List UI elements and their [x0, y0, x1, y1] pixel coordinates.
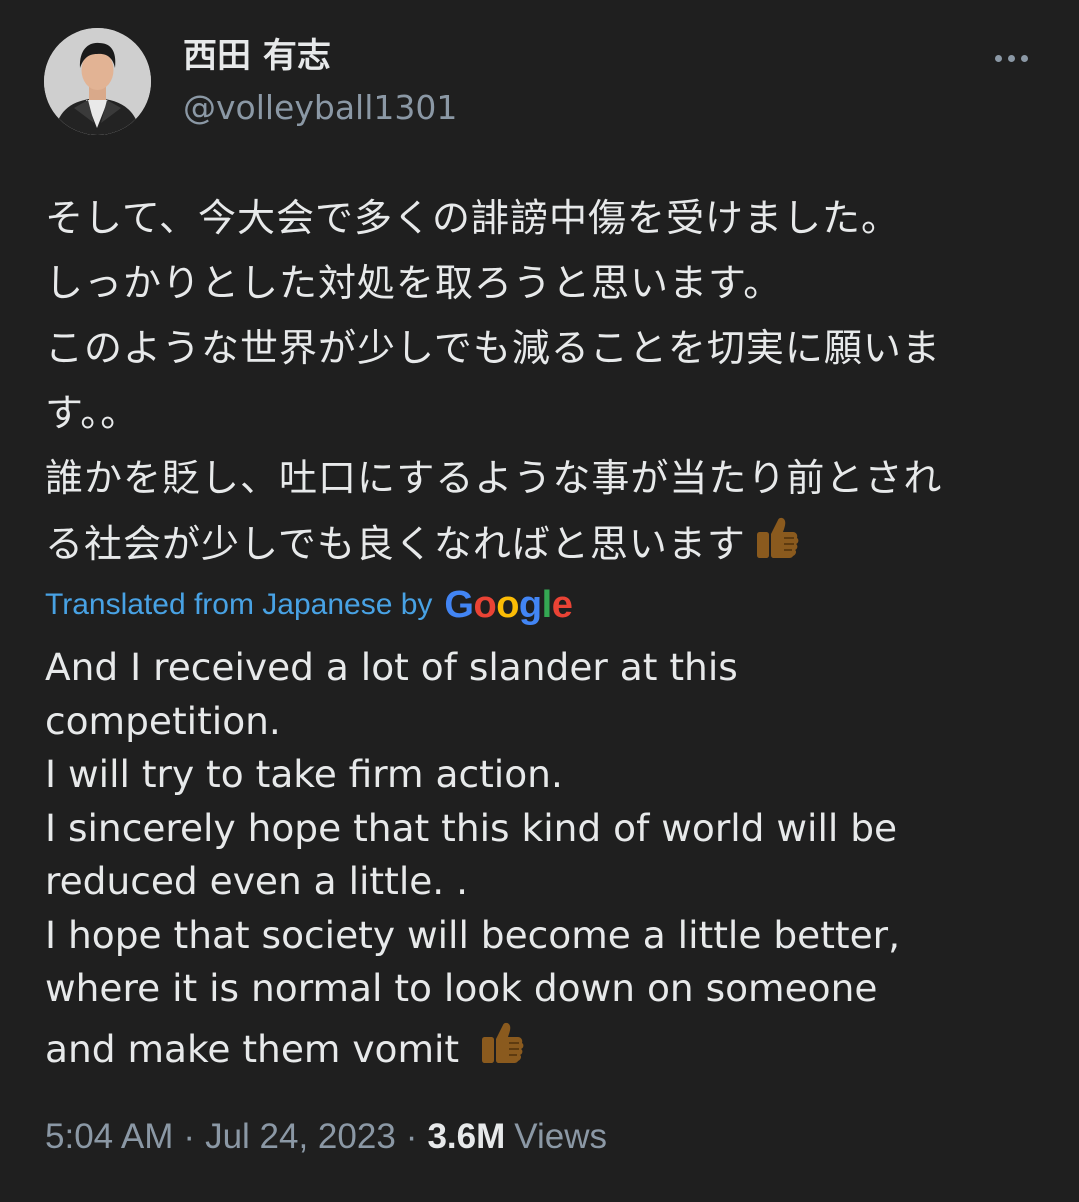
google-logo: Google: [444, 583, 573, 626]
avatar[interactable]: [44, 28, 151, 135]
views-count[interactable]: 3.6M: [427, 1117, 505, 1157]
original-text-line: このような世界が少しでも減ることを切実に願いま: [45, 326, 941, 370]
more-horizontal-icon: [994, 54, 1002, 62]
views-label[interactable]: Views: [514, 1117, 607, 1157]
more-horizontal-icon: [1007, 54, 1015, 62]
translated-from-link[interactable]: Translated from Japanese by Google: [45, 582, 573, 628]
translated-text-line: I sincerely hope that this kind of world…: [45, 805, 898, 850]
original-text-line: そして、今大会で多くの誹謗中傷を受けました。: [45, 196, 900, 240]
translated-label: Translated from Japanese by: [45, 588, 433, 621]
meta-separator: ·: [405, 1117, 418, 1156]
author-handle[interactable]: @volleyball1301: [183, 86, 457, 130]
translated-text-line: competition.: [45, 698, 281, 743]
translated-text-line: where it is normal to look down on someo…: [45, 966, 878, 1010]
translated-text-line: reduced even a little. .: [45, 859, 469, 903]
translated-text-line-with-emoji: and make them vomit: [45, 1016, 1045, 1083]
thumbs-up-emoji-icon: [748, 511, 800, 583]
author-display-name[interactable]: 西田 有志: [183, 34, 331, 78]
tweet-meta: 5:04 AM · Jul 24, 2023 · 3.6M Views: [45, 1114, 607, 1160]
tweet-card[interactable]: 西田 有志 @volleyball1301 そして、今大会で多くの誹謗中傷を受け…: [0, 0, 1079, 1202]
tweet-time[interactable]: 5:04 AM: [45, 1117, 173, 1157]
thumbs-up-emoji-icon: [473, 1016, 525, 1083]
translated-text-line: I hope that society will become a little…: [45, 912, 901, 957]
translated-text-line: I will try to take firm action.: [45, 752, 563, 796]
translated-text-line: And I received a lot of slander at this: [45, 645, 738, 689]
original-text-line-with-emoji: る社会が少しでも良くなればと思います: [45, 511, 1045, 583]
more-options-button[interactable]: [986, 38, 1036, 78]
original-text-line: す。。: [45, 391, 140, 435]
original-text-line: る社会が少しでも良くなればと思います: [45, 522, 746, 566]
tweet-original-text: そして、今大会で多くの誹謗中傷を受けました。 しっかりとした対処を取ろうと思いま…: [45, 186, 1045, 583]
more-horizontal-icon: [1020, 54, 1028, 62]
tweet-date[interactable]: Jul 24, 2023: [205, 1117, 396, 1157]
original-text-line: 誰かを貶し、吐口にするような事が当たり前とされ: [45, 456, 943, 500]
tweet-translated-text: And I received a lot of slander at this …: [45, 641, 1045, 1082]
meta-separator: ·: [183, 1117, 196, 1156]
translated-text-line: and make them vomit: [45, 1026, 472, 1071]
original-text-line: しっかりとした対処を取ろうと思います。: [45, 261, 783, 305]
